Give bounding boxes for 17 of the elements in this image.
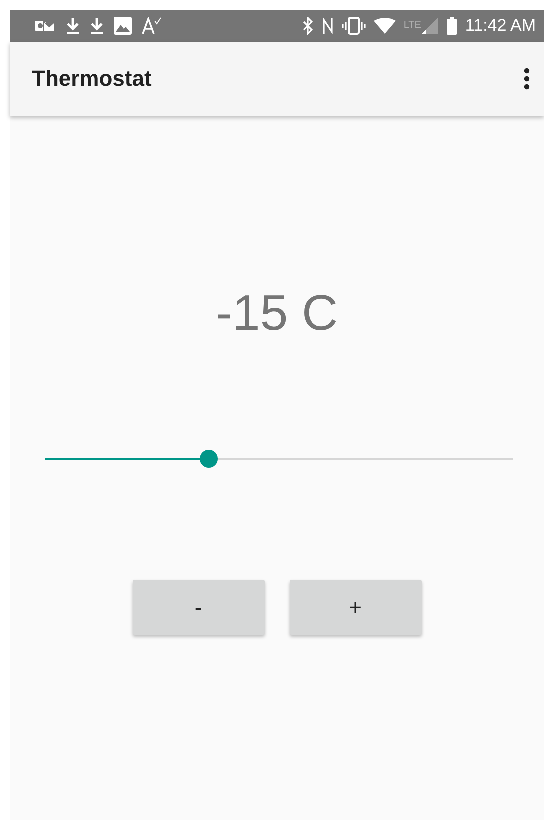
temperature-reading: -15 C: [216, 288, 338, 338]
download-icon: [66, 17, 80, 35]
network-type: LTE: [404, 20, 422, 31]
battery-icon: [447, 17, 458, 35]
download-icon: [90, 17, 104, 35]
clock: 11:42 AM: [465, 16, 536, 36]
signal-icon: [421, 17, 440, 35]
image-icon: [114, 17, 132, 35]
nfc-icon: [322, 17, 334, 35]
more-options-icon[interactable]: [524, 68, 530, 90]
decrease-button[interactable]: -: [132, 580, 264, 635]
spellcheck-icon: [142, 17, 162, 35]
increase-button[interactable]: +: [290, 580, 422, 635]
wifi-icon: [374, 18, 396, 34]
app-title: Thermostat: [32, 66, 152, 92]
vibrate-icon: [342, 17, 366, 35]
bluetooth-icon: [302, 17, 314, 35]
